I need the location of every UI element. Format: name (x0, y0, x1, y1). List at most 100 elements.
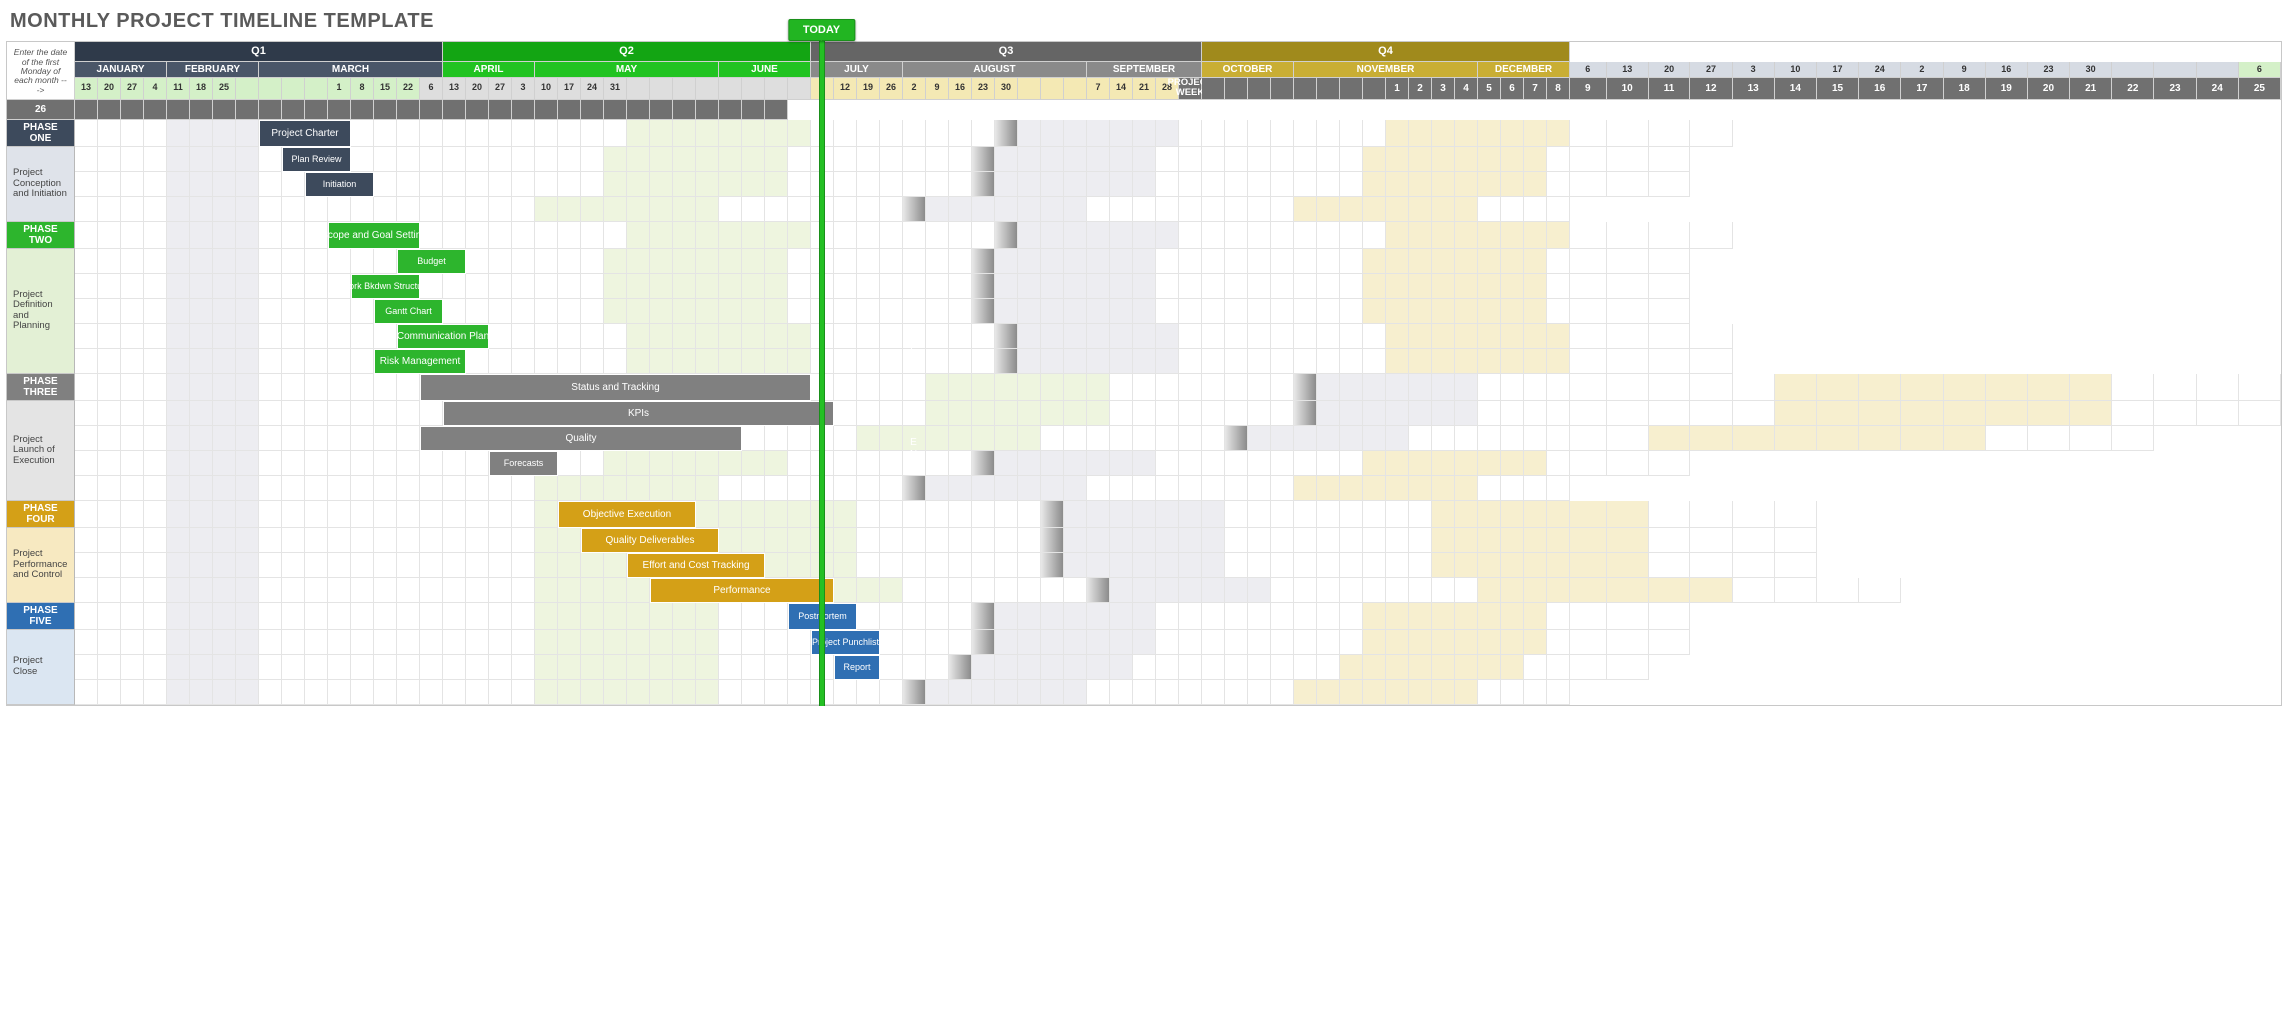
grid-cell (535, 222, 558, 249)
grid-cell (1156, 630, 1179, 655)
project-week-cell (259, 100, 282, 120)
project-week-cell (650, 100, 673, 120)
task-bar[interactable]: Risk Management (375, 350, 465, 373)
grid-cell (742, 147, 765, 172)
project-week-cell (1294, 78, 1317, 100)
task-bar[interactable]: Report (835, 656, 879, 679)
task-bar[interactable]: Budget (398, 250, 465, 273)
task-bar[interactable]: Performance (651, 579, 833, 602)
grid-cell (742, 501, 765, 528)
quarter-header: Q1 (75, 42, 443, 62)
task-bar[interactable]: Status and Tracking (421, 375, 810, 400)
grid-cell (788, 120, 811, 147)
task-bar[interactable]: Quality (421, 427, 741, 450)
grid-cell (742, 680, 765, 705)
task-bar[interactable]: KPIs (444, 402, 833, 425)
grid-cell (1133, 578, 1156, 603)
grid-cell (1018, 324, 1041, 349)
grid-cell (1363, 528, 1386, 553)
grid-cell (282, 451, 305, 476)
grid-cell (1524, 426, 1547, 451)
grid-cell (489, 553, 512, 578)
grid-cell (213, 451, 236, 476)
grid-cell (213, 299, 236, 324)
grid-cell (1690, 324, 1732, 349)
grid-cell (1363, 451, 1386, 476)
grid-cell (627, 120, 650, 147)
grid-cell (236, 197, 259, 222)
grid-cell (213, 578, 236, 603)
grid-cell (949, 249, 972, 274)
grid-cell (834, 501, 857, 528)
grid-cell (167, 680, 190, 705)
grid-cell (627, 680, 650, 705)
grid-cell (1363, 274, 1386, 299)
grid-cell (535, 274, 558, 299)
grid-cell (834, 172, 857, 197)
grid-cell (581, 299, 604, 324)
task-bar[interactable]: Work Bkdwn Structure (352, 275, 419, 298)
grid-cell (903, 249, 926, 274)
task-bar[interactable]: Plan Review (283, 148, 350, 171)
grid-cell (1607, 147, 1649, 172)
grid-cell (1570, 426, 1607, 451)
quarter-header: Q3 (811, 42, 1202, 62)
date-note: Enter the date of the first Monday of ea… (7, 42, 75, 100)
grid-cell (98, 249, 121, 274)
task-bar[interactable]: Initiation (306, 173, 373, 196)
grid-cell (1018, 299, 1041, 324)
task-bar[interactable]: Project Charter (260, 121, 350, 146)
task-bar[interactable]: Effort and Cost Tracking (628, 554, 764, 577)
grid-cell (995, 147, 1018, 172)
task-bar[interactable]: Objective Execution (559, 502, 695, 527)
grid-cell (512, 680, 535, 705)
grid-cell (213, 426, 236, 451)
grid-cell (1340, 349, 1363, 374)
grid-cell (1041, 222, 1064, 249)
grid-cell (1294, 501, 1317, 528)
task-bar[interactable]: Communication Plan (398, 325, 488, 348)
grid-cell (1363, 501, 1386, 528)
grid-cell (1225, 680, 1248, 705)
task-bar-holder: Project Charter (259, 120, 351, 147)
grid-cell (443, 553, 466, 578)
grid-cell (167, 603, 190, 630)
grid-cell (328, 249, 351, 274)
grid-cell (328, 476, 351, 501)
grid-cell (696, 349, 719, 374)
phase-header: PHASE ONE (7, 120, 75, 147)
grid-cell (650, 299, 673, 324)
grid-cell (328, 374, 351, 401)
project-week-cell: 9 (1570, 78, 1607, 100)
grid-cell (282, 324, 305, 349)
grid-cell (581, 222, 604, 249)
task-bar-holder: Budget (397, 249, 466, 274)
grid-cell (167, 299, 190, 324)
grid-cell (1859, 578, 1901, 603)
grid-cell (1501, 655, 1524, 680)
grid-cell (305, 476, 328, 501)
grid-cell (1294, 476, 1317, 501)
grid-cell (627, 299, 650, 324)
day-header: 12 (834, 78, 857, 100)
grid-cell (903, 172, 926, 197)
task-bar-holder: Quality (420, 426, 742, 451)
task-bar[interactable]: Scope and Goal Setting (329, 223, 419, 248)
grid-cell (995, 501, 1018, 528)
grid-cell (1064, 120, 1087, 147)
grid-cell (144, 324, 167, 349)
grid-cell (512, 603, 535, 630)
task-bar[interactable]: Forecasts (490, 452, 557, 475)
grid-cell (1524, 401, 1547, 426)
grid-cell (1478, 501, 1501, 528)
task-bar[interactable]: Gantt Chart (375, 300, 442, 323)
grid-cell (1363, 147, 1386, 172)
phase-header: PHASE THREE (7, 374, 75, 401)
grid-cell (98, 349, 121, 374)
grid-cell (535, 197, 558, 222)
task-bar[interactable]: Quality Deliverables (582, 529, 718, 552)
grid-cell (213, 249, 236, 274)
grid-cell (1363, 655, 1386, 680)
grid-cell (1409, 578, 1432, 603)
grid-cell (581, 630, 604, 655)
